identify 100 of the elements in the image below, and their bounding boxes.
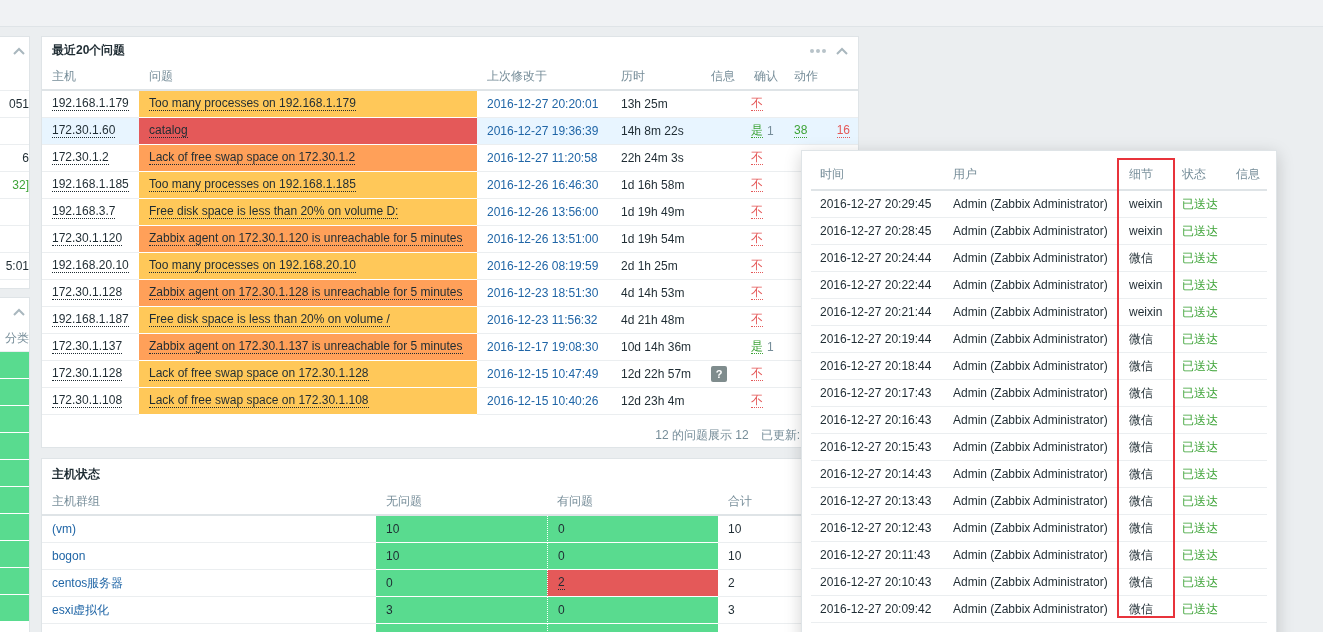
timestamp-link[interactable]: 2016-12-27 19:36:39 bbox=[487, 124, 599, 138]
user-text: Admin (Zabbix Administrator) bbox=[953, 575, 1108, 589]
total-count-text: 2 bbox=[728, 576, 735, 590]
host-group-link[interactable]: bogon bbox=[52, 549, 86, 563]
problem-link[interactable]: Too many processes on 192.168.1.185 bbox=[149, 178, 356, 192]
detail-text: 微信 bbox=[1129, 330, 1153, 348]
problem-link[interactable]: Free disk space is less than 20% on volume D: bbox=[149, 205, 399, 219]
problem-link[interactable]: Zabbix agent on 172.30.1.137 is unreachable for 5 minutes bbox=[149, 340, 463, 354]
acknowledge-link[interactable]: 不 bbox=[751, 394, 763, 408]
acknowledge-link[interactable]: 不 bbox=[751, 178, 763, 192]
acknowledge-link[interactable]: 不 bbox=[751, 151, 763, 165]
host-link[interactable]: 172.30.1.60 bbox=[52, 124, 116, 138]
time-text: 2016-12-27 20:11:43 bbox=[820, 548, 931, 562]
more-options-icon[interactable] bbox=[810, 48, 826, 53]
user-text: Admin (Zabbix Administrator) bbox=[953, 413, 1108, 427]
problem-link[interactable]: Too many processes on 192.168.1.179 bbox=[149, 97, 356, 111]
problem-link[interactable]: Lack of free swap space on 172.30.1.2 bbox=[149, 151, 356, 165]
problem-count-text: 0 bbox=[558, 549, 565, 563]
problem-link[interactable]: Lack of free swap space on 172.30.1.108 bbox=[149, 394, 369, 408]
user-text: Admin (Zabbix Administrator) bbox=[953, 359, 1108, 373]
time-text: 2016-12-27 20:13:43 bbox=[820, 494, 932, 508]
status-text: 已送达 bbox=[1182, 384, 1218, 402]
table-cell: 051 bbox=[8, 97, 29, 111]
host-link[interactable]: 192.168.1.185 bbox=[52, 178, 129, 192]
acknowledge-link[interactable]: 不 bbox=[751, 97, 763, 111]
host-link[interactable]: 172.30.1.120 bbox=[52, 232, 123, 246]
problem-link[interactable]: Zabbix agent on 172.30.1.128 is unreachable for 5 minutes bbox=[149, 286, 463, 300]
detail-text: 微信 bbox=[1129, 411, 1153, 429]
column-header: 上次修改于 bbox=[487, 68, 547, 85]
timestamp-link[interactable]: 2016-12-26 13:51:00 bbox=[487, 232, 599, 246]
status-text: 已送达 bbox=[1182, 600, 1218, 618]
column-header: 有问题 bbox=[557, 493, 593, 510]
problem-link[interactable]: Zabbix agent on 172.30.1.120 is unreachable for 5 minutes bbox=[149, 232, 463, 246]
acknowledge-link[interactable]: 不 bbox=[751, 259, 763, 273]
timestamp-link[interactable]: 2016-12-17 19:08:30 bbox=[487, 340, 599, 354]
problem-link[interactable]: catalog bbox=[149, 124, 188, 138]
total-count-text: 10 bbox=[728, 549, 742, 563]
table-cell: 5:01 bbox=[5, 259, 29, 273]
host-link[interactable]: 172.30.1.128 bbox=[52, 286, 123, 300]
info-badge[interactable]: ? bbox=[711, 366, 727, 382]
time-text: 2016-12-27 20:21:44 bbox=[820, 305, 932, 319]
timestamp-link[interactable]: 2016-12-23 11:56:32 bbox=[487, 313, 598, 327]
status-text: 已送达 bbox=[1182, 276, 1218, 294]
host-link[interactable]: 172.30.1.128 bbox=[52, 367, 123, 381]
acknowledge-link[interactable]: 不 bbox=[751, 286, 763, 300]
acknowledge-link[interactable]: 不 bbox=[751, 205, 763, 219]
action-count-link[interactable]: 16 bbox=[836, 124, 850, 138]
detail-text: 微信 bbox=[1129, 357, 1153, 375]
user-text: Admin (Zabbix Administrator) bbox=[953, 197, 1108, 211]
duration-text: 4d 21h 48m bbox=[621, 313, 685, 327]
host-group-link[interactable]: centos服务器 bbox=[52, 574, 124, 592]
host-link[interactable]: 192.168.3.7 bbox=[52, 205, 116, 219]
host-link[interactable]: 172.30.1.2 bbox=[52, 151, 109, 165]
acknowledge-link[interactable]: 是 bbox=[751, 340, 763, 354]
status-text: 已送达 bbox=[1182, 195, 1218, 213]
status-text: 已送达 bbox=[1182, 573, 1218, 591]
selected-row[interactable]: 172.30.1.60 catalog 2016-12-27 19:36:39 14h 8m 22s 是 1 38 16 bbox=[42, 118, 858, 145]
duration-text: 10d 14h 36m bbox=[621, 340, 692, 354]
problem-count-text: 0 bbox=[558, 522, 565, 536]
status-text: 已送达 bbox=[1182, 222, 1218, 240]
host-link[interactable]: 172.30.1.137 bbox=[52, 340, 123, 354]
timestamp-link[interactable]: 2016-12-26 08:19:59 bbox=[487, 259, 599, 273]
detail-text: 微信 bbox=[1129, 573, 1153, 591]
time-text: 2016-12-27 20:24:44 bbox=[820, 251, 932, 265]
problem-link[interactable]: Lack of free swap space on 172.30.1.128 bbox=[149, 367, 369, 381]
detail-text: 微信 bbox=[1129, 600, 1153, 618]
problem-link[interactable]: Free disk space is less than 20% on volume / bbox=[149, 313, 390, 327]
user-text: Admin (Zabbix Administrator) bbox=[953, 251, 1108, 265]
column-header: 用户 bbox=[953, 166, 977, 183]
host-link[interactable]: 172.30.1.108 bbox=[52, 394, 123, 408]
column-header: 问题 bbox=[149, 68, 173, 85]
problem-count-text: 12 的问题展示 12 bbox=[655, 426, 749, 444]
acknowledge-link[interactable]: 不 bbox=[751, 232, 763, 246]
collapse-caret-icon[interactable] bbox=[836, 46, 848, 55]
timestamp-link[interactable]: 2016-12-23 18:51:30 bbox=[487, 286, 599, 300]
acknowledge-link[interactable]: 不 bbox=[751, 367, 763, 381]
acknowledge-link[interactable]: 不 bbox=[751, 313, 763, 327]
collapse-caret-icon[interactable] bbox=[13, 307, 25, 316]
column-header: 细节 bbox=[1129, 166, 1153, 183]
timestamp-link[interactable]: 2016-12-26 16:46:30 bbox=[487, 178, 599, 192]
user-text: Admin (Zabbix Administrator) bbox=[953, 440, 1108, 454]
problem-link[interactable]: Too many processes on 192.168.20.10 bbox=[149, 259, 356, 273]
timestamp-link[interactable]: 2016-12-27 20:20:01 bbox=[487, 97, 599, 111]
table-cell: 32] bbox=[12, 178, 29, 192]
host-group-link[interactable]: (vm) bbox=[52, 522, 76, 536]
host-link[interactable]: 192.168.1.179 bbox=[52, 97, 129, 111]
host-group-link[interactable]: esxi虚拟化 bbox=[52, 601, 110, 619]
timestamp-link[interactable]: 2016-12-15 10:40:26 bbox=[487, 394, 599, 408]
user-text: Admin (Zabbix Administrator) bbox=[953, 224, 1108, 238]
timestamp-link[interactable]: 2016-12-26 13:56:00 bbox=[487, 205, 599, 219]
problem-count-text: 0 bbox=[558, 603, 565, 617]
host-link[interactable]: 192.168.20.10 bbox=[52, 259, 129, 273]
detail-text: 微信 bbox=[1129, 384, 1153, 402]
collapse-caret-icon[interactable] bbox=[13, 46, 25, 55]
user-text: Admin (Zabbix Administrator) bbox=[953, 467, 1108, 481]
host-link[interactable]: 192.168.1.187 bbox=[52, 313, 129, 327]
timestamp-link[interactable]: 2016-12-27 11:20:58 bbox=[487, 151, 598, 165]
timestamp-link[interactable]: 2016-12-15 10:47:49 bbox=[487, 367, 599, 381]
problem-count-link[interactable]: 2 bbox=[558, 576, 565, 590]
detail-text: weixin bbox=[1129, 197, 1163, 211]
